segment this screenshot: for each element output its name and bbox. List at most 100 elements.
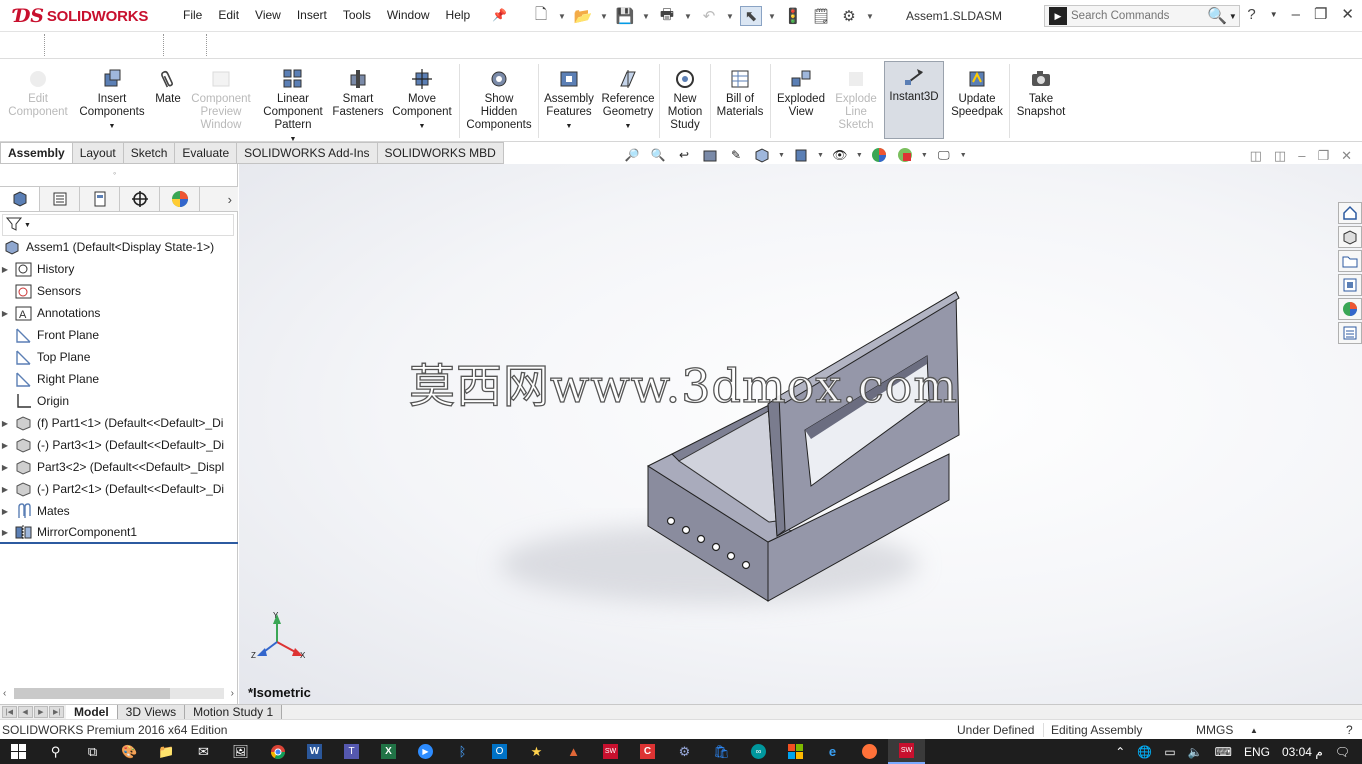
arduino-icon[interactable]: ∞ — [740, 739, 777, 764]
next-tab-icon[interactable]: ▶ — [33, 706, 49, 718]
chevron-down-icon[interactable]: ▼ — [625, 120, 632, 133]
print-icon[interactable]: 🖶 — [656, 6, 678, 26]
new-motion-study-button[interactable]: New Motion Study — [662, 64, 708, 138]
menu-view[interactable]: View — [255, 8, 281, 22]
tree-item-top-plane[interactable]: Top Plane — [0, 346, 238, 368]
tab-3d-views[interactable]: 3D Views — [117, 705, 186, 719]
prev-tab-icon[interactable]: ◀ — [17, 706, 33, 718]
chevron-down-icon[interactable]: ▼ — [684, 12, 692, 21]
expand-arrow-icon[interactable]: ▶ — [0, 528, 10, 537]
dimxpert-manager-tab[interactable] — [120, 187, 160, 211]
solidworks-active-icon[interactable]: SW — [888, 739, 925, 764]
search-icon[interactable]: 🔍 — [1207, 6, 1227, 26]
matlab-icon[interactable]: ▲ — [555, 739, 592, 764]
show-hidden-components-button[interactable]: Show Hidden Components — [462, 64, 536, 138]
zoom-to-area-icon[interactable]: 🔍 — [648, 146, 668, 164]
new-document-icon[interactable]: 🗋 — [530, 6, 552, 26]
assembly-model[interactable] — [239, 164, 1362, 704]
tree-item-front-plane[interactable]: Front Plane — [0, 324, 238, 346]
hide-show-items-icon[interactable]: 👁 — [830, 146, 850, 164]
apply-scene-icon[interactable] — [895, 146, 915, 164]
insert-components-button[interactable]: Insert Components ▼ — [76, 64, 148, 138]
help-balloon-icon[interactable]: ? — [1346, 723, 1353, 737]
previous-view-icon[interactable]: ↩ — [674, 146, 694, 164]
undo-icon[interactable]: ↶ — [698, 6, 720, 26]
exploded-view-button[interactable]: Exploded View — [773, 64, 829, 138]
unit-system[interactable]: MMGS — [1196, 723, 1233, 737]
word-icon[interactable]: W — [296, 739, 333, 764]
edge-icon[interactable]: e — [814, 739, 851, 764]
tab-evaluate[interactable]: Evaluate — [175, 142, 238, 164]
photos-icon[interactable]: 🖼 — [222, 739, 259, 764]
tile-left-icon[interactable]: ◫ — [1250, 148, 1262, 164]
zoom-icon[interactable]: ▶ — [407, 739, 444, 764]
store-icon[interactable]: 🛍 — [703, 739, 740, 764]
last-tab-icon[interactable]: ▶| — [49, 706, 64, 718]
doc-close-button[interactable]: ✕ — [1341, 148, 1352, 164]
chevron-down-icon[interactable]: ▼ — [109, 120, 116, 133]
chevron-down-icon[interactable]: ▼ — [768, 12, 776, 21]
rebuild-traffic-light-icon[interactable]: 🚦 — [782, 6, 804, 26]
chevron-down-icon[interactable]: ▼ — [419, 120, 426, 133]
move-component-button[interactable]: Move Component ▼ — [388, 64, 456, 138]
tree-item-right-plane[interactable]: Right Plane — [0, 368, 238, 390]
display-manager-tab[interactable] — [160, 187, 200, 211]
tree-item-mates[interactable]: ▶ Mates — [0, 500, 238, 522]
tab-layout[interactable]: Layout — [72, 142, 124, 164]
mail-icon[interactable]: ✉ — [185, 739, 222, 764]
options-gear-icon[interactable]: ⚙ — [838, 6, 860, 26]
smart-fasteners-button[interactable]: Smart Fasteners — [330, 64, 386, 138]
save-icon[interactable]: 💾 — [614, 6, 636, 26]
configuration-manager-tab[interactable] — [80, 187, 120, 211]
scrollbar-thumb[interactable] — [14, 688, 170, 699]
volume-icon[interactable]: 🔈 — [1188, 745, 1203, 759]
task-view-icon[interactable]: ⧉ — [74, 739, 111, 764]
chevron-down-icon[interactable]: ▼ — [726, 12, 734, 21]
menu-insert[interactable]: Insert — [297, 8, 327, 22]
chevron-down-icon[interactable]: ▼ — [566, 120, 573, 133]
chevron-right-icon[interactable]: › — [200, 187, 238, 211]
chevron-down-icon[interactable]: ▼ — [866, 12, 874, 21]
tab-motion-study-1[interactable]: Motion Study 1 — [185, 705, 283, 719]
tree-filter[interactable]: ▼ — [2, 214, 234, 236]
dynamic-annotation-icon[interactable]: ✎ — [726, 146, 746, 164]
tree-item-origin[interactable]: Origin — [0, 390, 238, 412]
chevron-down-icon[interactable]: ▼ — [817, 152, 824, 159]
language-indicator[interactable]: ENG — [1244, 745, 1270, 759]
assembly-features-button[interactable]: Assembly Features ▼ — [541, 64, 597, 138]
solidworks-2016-icon[interactable]: SW — [592, 739, 629, 764]
tab-solidworks-mbd[interactable]: SOLIDWORKS MBD — [377, 142, 504, 164]
office-tiles-icon[interactable] — [777, 739, 814, 764]
display-style-icon[interactable] — [791, 146, 811, 164]
tab-solidworks-add-ins[interactable]: SOLIDWORKS Add-Ins — [237, 142, 378, 164]
search-icon[interactable]: ⚲ — [37, 739, 74, 764]
graphics-area[interactable]: Y Z X 莫西网www.3dmox.com *Isometric — [239, 164, 1362, 704]
chevron-down-icon[interactable]: ▼ — [24, 222, 31, 229]
edit-appearance-icon[interactable] — [869, 146, 889, 164]
chevron-down-icon[interactable]: ▼ — [960, 152, 967, 159]
excel-icon[interactable]: X — [370, 739, 407, 764]
notifications-icon[interactable]: 🗨 — [1335, 745, 1350, 759]
expand-arrow-icon[interactable]: ▶ — [0, 507, 10, 516]
chrome-icon[interactable] — [259, 739, 296, 764]
tree-item-mirror-component[interactable]: ▶ MirrorComponent1 — [0, 522, 238, 544]
mate-button[interactable]: Mate — [150, 64, 186, 138]
expand-arrow-icon[interactable]: ▶ — [0, 485, 10, 494]
view-palette-tab[interactable] — [1338, 274, 1362, 296]
tree-root-assembly[interactable]: Assem1 (Default<Display State-1>) — [0, 236, 238, 258]
bluetooth-icon[interactable]: ᛒ — [444, 739, 481, 764]
file-explorer-icon[interactable]: 📁 — [148, 739, 185, 764]
menu-window[interactable]: Window — [387, 8, 430, 22]
tree-item-sensors[interactable]: Sensors — [0, 280, 238, 302]
teams-icon[interactable]: T — [333, 739, 370, 764]
select-cursor-icon[interactable]: ⬉ — [740, 6, 762, 26]
chevron-down-icon[interactable]: ▼ — [1229, 12, 1237, 21]
tree-item-part1[interactable]: ▶ (f) Part1<1> (Default<<Default>_Di — [0, 412, 238, 434]
chevron-down-icon[interactable]: ▼ — [642, 12, 650, 21]
chevron-down-icon[interactable]: ▼ — [600, 12, 608, 21]
file-properties-icon[interactable]: 🗒 — [810, 6, 832, 26]
section-view-icon[interactable] — [700, 146, 720, 164]
chevron-down-icon[interactable]: ▼ — [856, 152, 863, 159]
tab-model[interactable]: Model — [66, 705, 118, 719]
expand-arrow-icon[interactable]: ▶ — [0, 463, 10, 472]
